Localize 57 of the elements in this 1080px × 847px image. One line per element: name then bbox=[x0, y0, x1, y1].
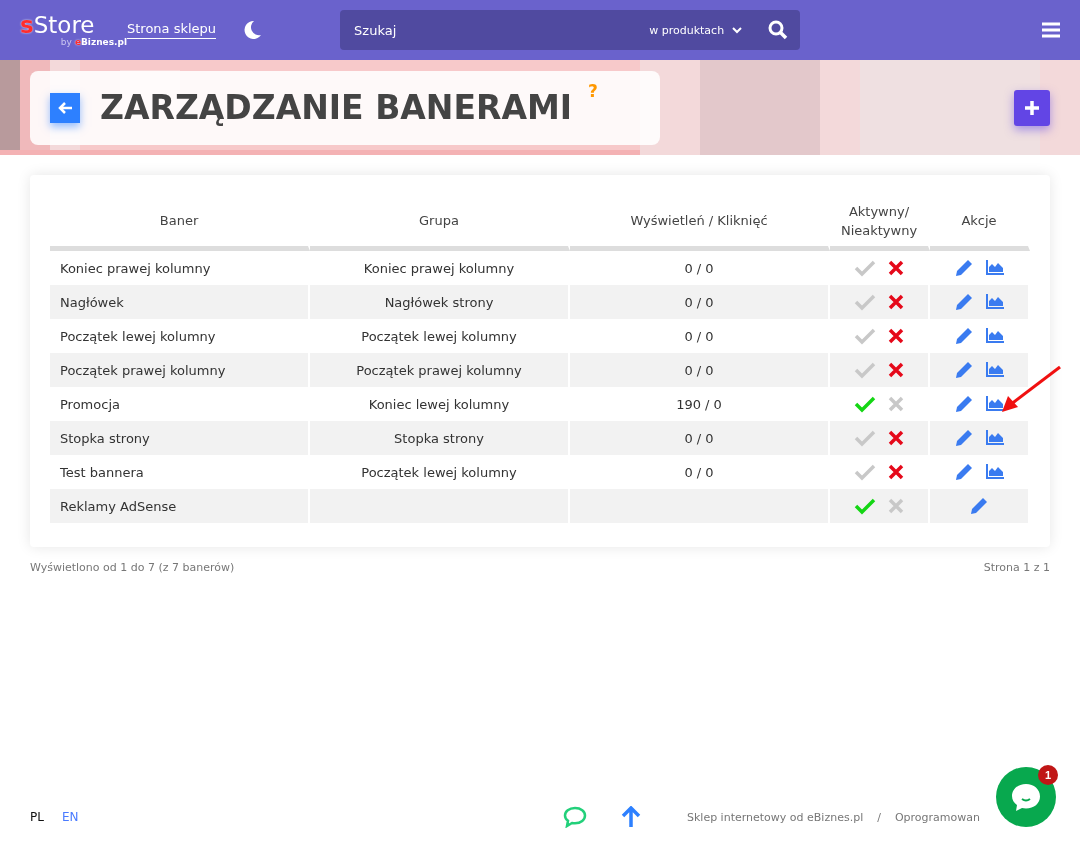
pencil-icon[interactable] bbox=[954, 361, 973, 379]
area-chart-icon[interactable] bbox=[984, 362, 1004, 378]
area-chart-icon[interactable] bbox=[984, 260, 1004, 276]
cross-icon[interactable] bbox=[888, 294, 904, 310]
cross-icon[interactable] bbox=[888, 430, 904, 446]
notification-badge: 1 bbox=[1038, 765, 1058, 785]
chat-bubble-button[interactable]: 1 bbox=[996, 767, 1056, 827]
check-icon[interactable] bbox=[854, 293, 876, 311]
pencil-icon[interactable] bbox=[954, 463, 973, 481]
caret-icon[interactable] bbox=[732, 26, 743, 34]
pencil-icon[interactable] bbox=[970, 497, 988, 515]
search-icon[interactable] bbox=[768, 20, 789, 40]
check-icon[interactable] bbox=[854, 361, 876, 379]
page-title: ZARZĄDZANIE BANERAMI bbox=[100, 88, 573, 127]
pencil-icon[interactable] bbox=[954, 395, 973, 413]
area-chart-icon[interactable] bbox=[984, 328, 1004, 344]
area-chart-icon[interactable] bbox=[984, 294, 1004, 310]
area-chart-icon[interactable] bbox=[984, 430, 1004, 446]
check-icon[interactable] bbox=[854, 497, 876, 515]
area-chart-icon[interactable] bbox=[984, 464, 1004, 480]
chat-button[interactable] bbox=[562, 806, 587, 828]
arrow-left-icon[interactable] bbox=[57, 100, 73, 115]
add-button[interactable] bbox=[1014, 89, 1050, 126]
check-icon[interactable] bbox=[854, 259, 876, 277]
pointer-arrow bbox=[1000, 365, 1062, 415]
table-cell: Reklamy AdSense bbox=[50, 489, 310, 523]
chat-icon[interactable] bbox=[1010, 782, 1042, 812]
summary-text: Wyświetlono od 1 do 7 (z 7 banerów) bbox=[30, 561, 235, 574]
pencil-icon[interactable] bbox=[954, 327, 973, 345]
scroll-top-button[interactable] bbox=[620, 806, 641, 828]
cross-icon[interactable] bbox=[888, 464, 904, 480]
check-icon[interactable] bbox=[854, 429, 876, 447]
menu-icon[interactable] bbox=[1042, 22, 1060, 38]
back-button[interactable] bbox=[50, 92, 80, 123]
footer-link[interactable]: Oprogramowan bbox=[894, 810, 980, 824]
language-link[interactable]: EN bbox=[61, 810, 79, 824]
check-icon[interactable] bbox=[854, 463, 876, 481]
pencil-icon[interactable] bbox=[954, 293, 973, 311]
plus-icon[interactable] bbox=[1024, 99, 1040, 116]
cross-icon[interactable] bbox=[888, 362, 904, 378]
pagination-text: Strona 1 z 1 bbox=[983, 561, 1050, 574]
cross-icon[interactable] bbox=[888, 328, 904, 344]
logo-tagline: by eBiznes.pl bbox=[60, 37, 127, 47]
check-icon[interactable] bbox=[854, 327, 876, 345]
area-chart-icon[interactable] bbox=[984, 396, 1004, 412]
logo[interactable]: sStore bbox=[20, 13, 127, 37]
footer-link[interactable]: Sklep internetowy od eBiznes.pl bbox=[686, 810, 864, 824]
pencil-icon[interactable] bbox=[954, 429, 973, 447]
cross-icon[interactable] bbox=[888, 260, 904, 276]
search-field[interactable]: Szukaj w produktach bbox=[340, 10, 801, 50]
check-icon[interactable] bbox=[854, 395, 876, 413]
pencil-icon[interactable] bbox=[954, 259, 973, 277]
moon-icon[interactable] bbox=[242, 20, 263, 40]
scope-dropdown[interactable]: w produktach bbox=[643, 22, 749, 38]
language-link[interactable]: PL bbox=[30, 810, 44, 824]
shop-link[interactable]: Strona sklepu bbox=[127, 21, 217, 39]
separator: / bbox=[877, 810, 881, 824]
